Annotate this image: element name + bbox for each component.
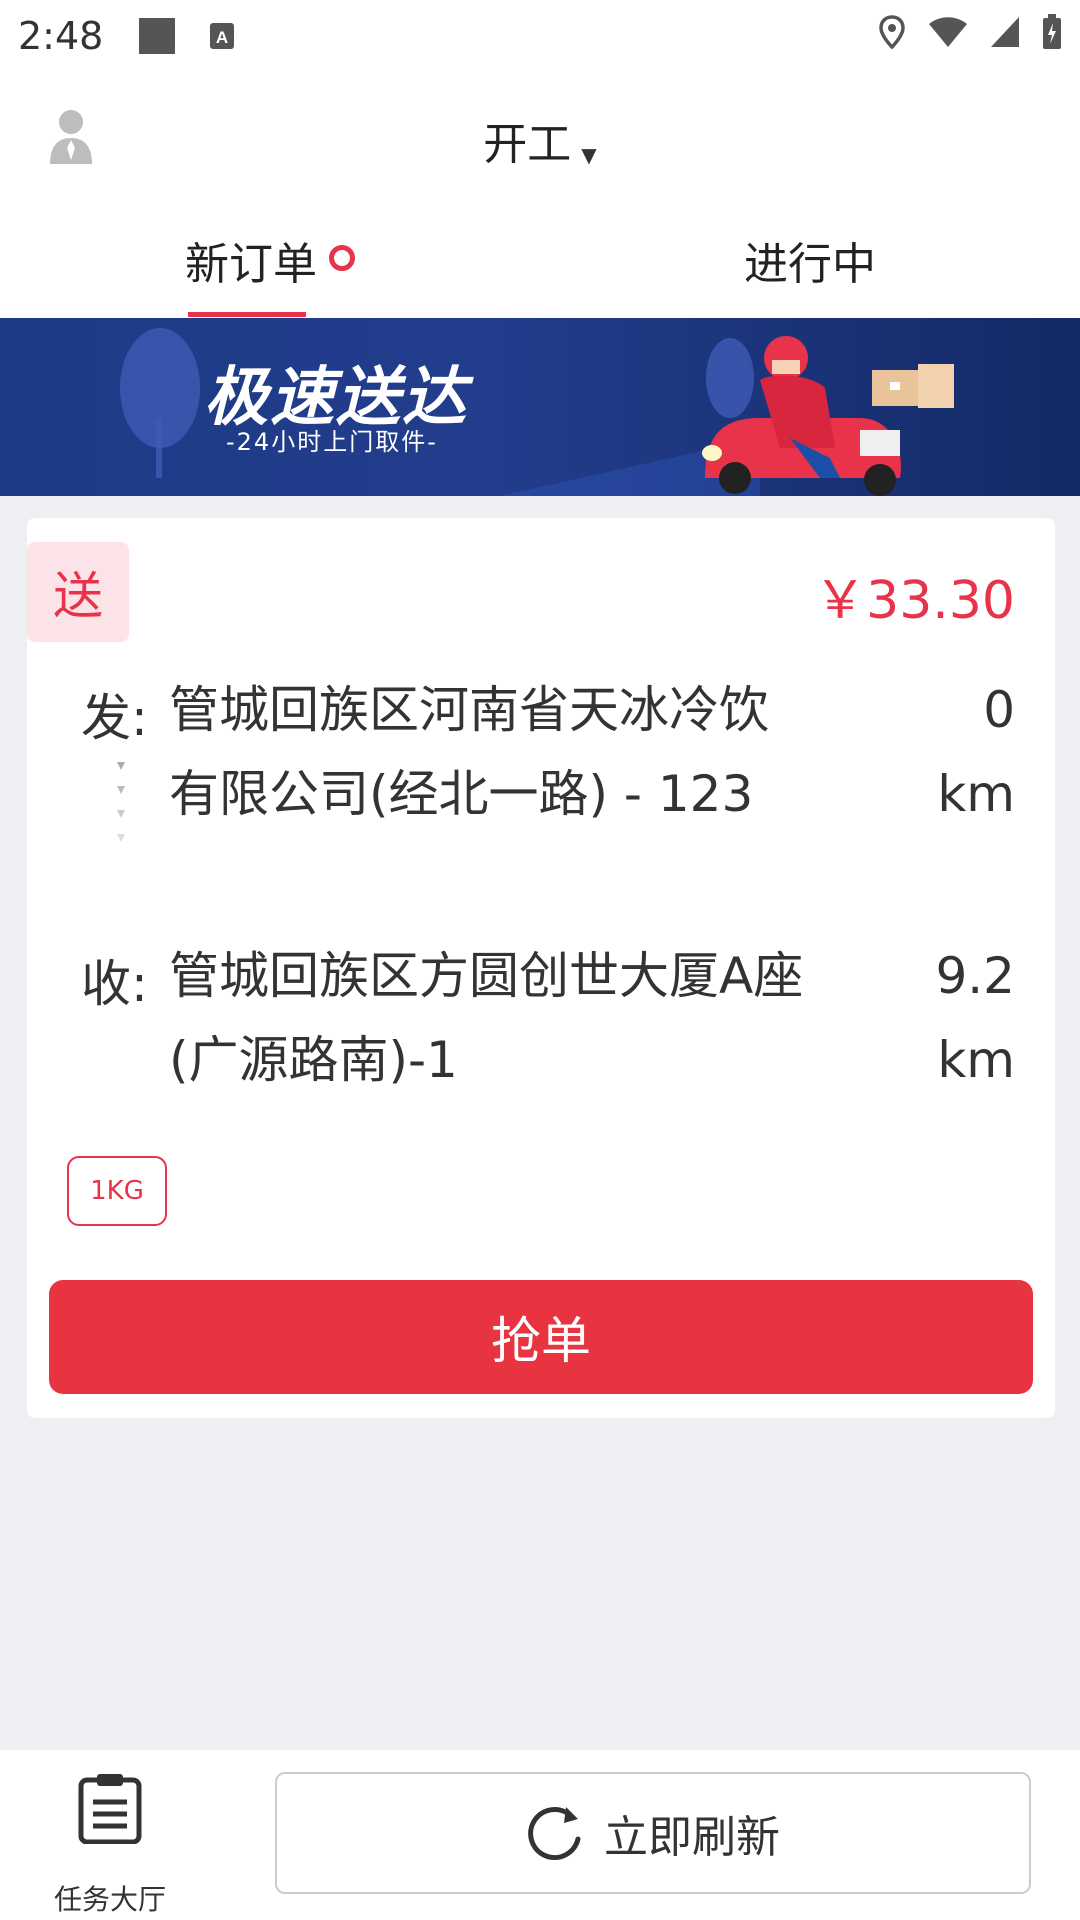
status-time: 2:48 [18, 14, 104, 58]
top-bar: 开工 ▼ [0, 72, 1080, 202]
route-dots-icon [117, 762, 125, 842]
from-distance: 0 km [937, 681, 1015, 823]
work-status-selector[interactable]: 开工 ▼ [0, 108, 1080, 172]
order-type-badge: 送 [27, 542, 129, 642]
tab-label: 新订单 [185, 239, 317, 290]
tab-in-progress[interactable]: 进行中 [540, 202, 1080, 318]
page-title: 开工 [483, 119, 572, 170]
from-address: 管城回族区河南省天冰冷饮有限公司(经北一路) - 123 [169, 681, 769, 823]
bottom-bar: 任务大厅 立即刷新 [0, 1750, 1080, 1920]
clipboard-icon [78, 1774, 142, 1844]
keyboard-a-icon: A [210, 23, 235, 49]
banner-illustration [120, 328, 954, 496]
tab-active-indicator [188, 312, 306, 317]
weight-tag: 1KG [67, 1156, 167, 1226]
wifi-icon [929, 17, 967, 47]
svg-text:A: A [216, 28, 228, 47]
order-card: 送 ￥33.30 发: 管城回族区河南省天冰冷饮有限公司(经北一路) - 123… [27, 518, 1055, 1418]
from-label: 发: [81, 689, 148, 747]
refresh-label: 立即刷新 [604, 1813, 780, 1862]
refresh-icon [528, 1807, 581, 1861]
battery-icon [1043, 14, 1061, 49]
tab-bar: 新订单 进行中 [0, 202, 1080, 318]
banner-subtitle: -24小时上门取件- [226, 428, 438, 456]
grab-order-button[interactable]: 抢单 [49, 1280, 1033, 1394]
to-distance: 9.2 km [935, 947, 1015, 1089]
order-price: ￥33.30 [814, 571, 1015, 631]
new-dot-icon [329, 245, 355, 271]
tab-label: 进行中 [744, 239, 876, 290]
caret-down-icon: ▼ [581, 142, 597, 167]
promo-banner[interactable]: 极速送达 -24小时上门取件- [0, 318, 1080, 496]
status-bar: 2:48 A [0, 0, 1080, 72]
to-address: 管城回族区方圆创世大厦A座(广源路南)-1 [169, 947, 804, 1089]
signal-icon [991, 17, 1019, 47]
location-icon [879, 15, 905, 49]
square-icon [139, 18, 176, 54]
refresh-now-button[interactable]: 立即刷新 [275, 1772, 1031, 1894]
nav-task-hall[interactable]: 任务大厅 [40, 1772, 180, 1916]
nav-task-hall-label: 任务大厅 [53, 1883, 166, 1916]
to-label: 收: [81, 955, 148, 1013]
tab-new-orders[interactable]: 新订单 [0, 202, 540, 318]
